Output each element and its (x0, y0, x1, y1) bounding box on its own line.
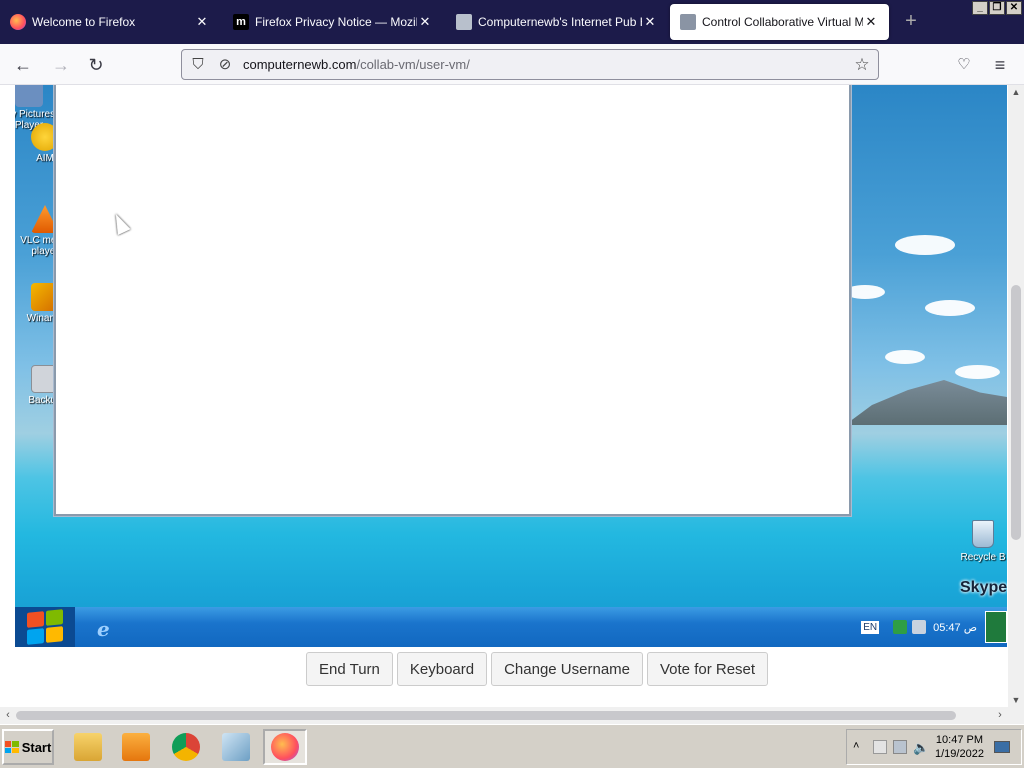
host-taskbar: Start ˄ 🔈 10:47 PM 1/19/2022 (0, 724, 1024, 768)
change-username-button[interactable]: Change Username (491, 652, 643, 686)
tab-privacy-notice[interactable]: m Firefox Privacy Notice — Mozilla ✕ (223, 4, 443, 40)
vm-control-buttons: End Turn Keyboard Change Username Vote f… (306, 652, 769, 686)
window-controls: _ ❐ ✕ (972, 1, 1022, 15)
nav-bar: ← → ↻ ⛉ ⊘ computernewb.com/collab-vm/use… (0, 44, 1024, 85)
tab-collab-vm[interactable]: Control Collaborative Virtual Machi ✕ (670, 4, 889, 40)
start-label: Start (21, 739, 52, 755)
scroll-left-icon[interactable]: ‹ (0, 707, 16, 724)
host-date: 1/19/2022 (935, 748, 984, 760)
close-window-button[interactable]: ✕ (1006, 1, 1022, 15)
tab-label: Welcome to Firefox (32, 15, 136, 29)
restore-button[interactable]: ❐ (989, 1, 1005, 15)
url-text[interactable]: computernewb.com/collab-vm/user-vm/ (243, 57, 470, 72)
vm-white-window[interactable] (54, 85, 851, 516)
firefox-icon[interactable] (263, 729, 307, 765)
close-icon[interactable]: ✕ (642, 14, 658, 30)
tab-strip: Welcome to Firefox ✕ m Firefox Privacy N… (0, 0, 1024, 44)
chevron-up-icon[interactable]: ˄ (853, 740, 867, 754)
volume-icon[interactable]: 🔈 (913, 740, 929, 755)
network-icon[interactable] (893, 620, 908, 634)
tab-label: Computernewb's Internet Pub Hub (478, 15, 642, 29)
vertical-scroll-thumb[interactable] (1011, 285, 1021, 540)
horizontal-scroll-thumb[interactable] (16, 711, 956, 720)
reload-button[interactable]: ↻ (83, 52, 109, 78)
horizontal-scrollbar[interactable]: ‹ › (0, 707, 1008, 724)
mozilla-m-icon: m (233, 14, 249, 30)
flag-alert-icon[interactable] (873, 740, 887, 754)
picture-icon (15, 85, 43, 107)
keyboard-button[interactable]: Keyboard (396, 652, 488, 686)
windows-flag-icon (27, 609, 63, 645)
scroll-up-icon[interactable]: ▲ (1008, 87, 1024, 97)
show-desktop-icon[interactable] (993, 741, 1010, 753)
forward-button[interactable]: → (48, 52, 74, 78)
user-avatar-icon[interactable] (985, 611, 1007, 643)
vm-taskbar: e EN 05:47 ص (15, 607, 1007, 647)
tab-label: Control Collaborative Virtual Machi (702, 15, 863, 29)
tab-pub-hub[interactable]: Computernewb's Internet Pub Hub ✕ (446, 4, 668, 40)
file-manager-icon[interactable] (66, 729, 110, 765)
computer-icon (456, 14, 472, 30)
vm-screen[interactable]: My Pictures Player AIM VLC media player … (15, 85, 1007, 647)
cloud (845, 285, 885, 299)
notepad-icon[interactable] (214, 729, 258, 765)
firefox-icon (10, 14, 26, 30)
page-content: My Pictures Player AIM VLC media player … (0, 85, 1008, 707)
url-bar[interactable]: ⛉ ⊘ computernewb.com/collab-vm/user-vm/ … (181, 49, 879, 80)
recycle-bin-icon (972, 520, 994, 548)
close-icon[interactable]: ✕ (863, 14, 879, 30)
computer-icon (680, 14, 696, 30)
vm-start-button[interactable] (15, 607, 75, 647)
url-host: computernewb.com (243, 57, 357, 72)
scrollbar-corner (1008, 707, 1024, 724)
screen: Welcome to Firefox ✕ m Firefox Privacy N… (0, 0, 1024, 768)
host-clock[interactable]: 10:47 PM 1/19/2022 (935, 733, 984, 761)
internet-explorer-icon[interactable]: e (97, 617, 119, 641)
tab-welcome[interactable]: Welcome to Firefox ✕ (0, 4, 220, 40)
end-turn-button[interactable]: End Turn (306, 652, 393, 686)
network-icon[interactable] (893, 740, 907, 754)
desktop-icon-recycle-bin[interactable]: Recycle B (957, 520, 1007, 563)
close-icon[interactable]: ✕ (194, 14, 210, 30)
shield-tray-icon[interactable] (912, 620, 927, 634)
chrome-icon[interactable] (164, 729, 208, 765)
minimize-button[interactable]: _ (972, 1, 988, 15)
vm-system-tray: EN 05:47 ص (861, 607, 1007, 647)
bookmark-star-icon[interactable]: ☆ (852, 55, 872, 75)
host-start-button[interactable]: Start (2, 729, 54, 765)
lock-icon[interactable]: ⊘ (215, 55, 235, 75)
new-tab-button[interactable]: + (900, 10, 922, 32)
vertical-scrollbar[interactable]: ▲ ▼ (1008, 85, 1024, 707)
vm-clock[interactable]: 05:47 ص (933, 621, 977, 634)
host-system-tray: ˄ 🔈 10:47 PM 1/19/2022 (846, 729, 1022, 765)
cloud (885, 350, 925, 364)
scroll-down-icon[interactable]: ▼ (1008, 695, 1024, 705)
url-path: /collab-vm/user-vm/ (356, 57, 470, 72)
menu-icon[interactable]: ≡ (987, 52, 1013, 78)
close-icon[interactable]: ✕ (417, 14, 433, 30)
shield-icon[interactable]: ⛉ (188, 55, 208, 75)
mountains (845, 380, 1007, 425)
cloud (955, 365, 1000, 379)
windows-flag-icon (4, 741, 19, 753)
media-player-icon[interactable] (114, 729, 158, 765)
back-button[interactable]: ← (10, 52, 36, 78)
cloud (925, 300, 975, 316)
pocket-icon[interactable]: ♡ (951, 52, 977, 78)
tab-label: Firefox Privacy Notice — Mozilla (255, 15, 417, 29)
cloud (895, 235, 955, 255)
vote-reset-button[interactable]: Vote for Reset (647, 652, 769, 686)
scroll-right-icon[interactable]: › (992, 707, 1008, 724)
host-time: 10:47 PM (935, 734, 984, 746)
language-indicator[interactable]: EN (861, 620, 880, 634)
skype-logo: Skype (960, 579, 1007, 596)
